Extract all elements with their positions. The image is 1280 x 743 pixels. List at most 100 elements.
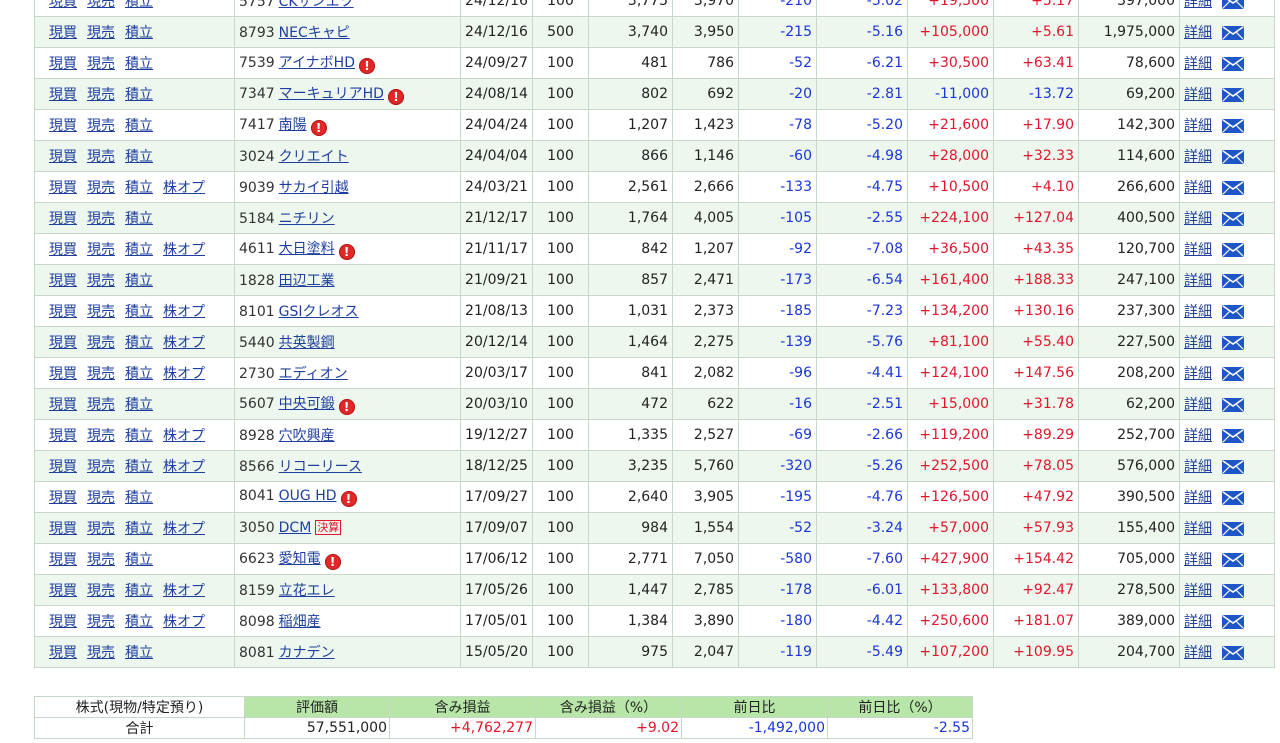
stock-name-link[interactable]: リコーリース [279, 459, 362, 475]
buy-link[interactable]: 現買 [49, 211, 77, 227]
accumulate-link[interactable]: 積立 [125, 583, 153, 599]
buy-link[interactable]: 現買 [49, 552, 77, 568]
mail-icon[interactable] [1222, 88, 1244, 102]
detail-link[interactable]: 詳細 [1184, 211, 1212, 227]
accumulate-link[interactable]: 積立 [125, 118, 153, 134]
buy-link[interactable]: 現買 [49, 645, 77, 661]
buy-link[interactable]: 現買 [49, 118, 77, 134]
mail-icon[interactable] [1222, 429, 1244, 443]
stock-name-link[interactable]: 大日塗料 [279, 241, 335, 257]
detail-link[interactable]: 詳細 [1184, 242, 1212, 258]
mail-icon[interactable] [1222, 460, 1244, 474]
sell-link[interactable]: 現売 [87, 180, 115, 196]
sell-link[interactable]: 現売 [87, 490, 115, 506]
mail-icon[interactable] [1222, 491, 1244, 505]
mail-icon[interactable] [1222, 119, 1244, 133]
accumulate-link[interactable]: 積立 [125, 645, 153, 661]
detail-link[interactable]: 詳細 [1184, 645, 1212, 661]
accumulate-link[interactable]: 積立 [125, 335, 153, 351]
accumulate-link[interactable]: 積立 [125, 521, 153, 537]
buy-link[interactable]: 現買 [49, 304, 77, 320]
detail-link[interactable]: 詳細 [1184, 149, 1212, 165]
detail-link[interactable]: 詳細 [1184, 583, 1212, 599]
accumulate-link[interactable]: 積立 [125, 56, 153, 72]
stock-option-link[interactable]: 株オプ [163, 180, 205, 196]
stock-name-link[interactable]: 穴吹興産 [279, 428, 335, 444]
accumulate-link[interactable]: 積立 [125, 0, 153, 10]
buy-link[interactable]: 現買 [49, 180, 77, 196]
sell-link[interactable]: 現売 [87, 583, 115, 599]
alert-icon[interactable]: ! [358, 58, 375, 74]
mail-icon[interactable] [1222, 398, 1244, 412]
accumulate-link[interactable]: 積立 [125, 25, 153, 41]
buy-link[interactable]: 現買 [49, 56, 77, 72]
stock-name-link[interactable]: GSIクレオス [279, 304, 359, 320]
stock-name-link[interactable]: NECキャピ [279, 25, 350, 41]
sell-link[interactable]: 現売 [87, 459, 115, 475]
stock-name-link[interactable]: マーキュリアHD [279, 86, 384, 102]
detail-link[interactable]: 詳細 [1184, 397, 1212, 413]
accumulate-link[interactable]: 積立 [125, 304, 153, 320]
sell-link[interactable]: 現売 [87, 614, 115, 630]
buy-link[interactable]: 現買 [49, 366, 77, 382]
detail-link[interactable]: 詳細 [1184, 552, 1212, 568]
detail-link[interactable]: 詳細 [1184, 366, 1212, 382]
sell-link[interactable]: 現売 [87, 521, 115, 537]
mail-icon[interactable] [1222, 584, 1244, 598]
stock-name-link[interactable]: DCM [279, 520, 312, 536]
earnings-badge[interactable]: 決算 [315, 520, 342, 535]
buy-link[interactable]: 現買 [49, 0, 77, 10]
sell-link[interactable]: 現売 [87, 304, 115, 320]
stock-option-link[interactable]: 株オプ [163, 335, 205, 351]
detail-link[interactable]: 詳細 [1184, 180, 1212, 196]
sell-link[interactable]: 現売 [87, 118, 115, 134]
sell-link[interactable]: 現売 [87, 0, 115, 10]
sell-link[interactable]: 現売 [87, 211, 115, 227]
sell-link[interactable]: 現売 [87, 552, 115, 568]
accumulate-link[interactable]: 積立 [125, 459, 153, 475]
stock-name-link[interactable]: ニチリン [279, 211, 335, 227]
detail-link[interactable]: 詳細 [1184, 335, 1212, 351]
detail-link[interactable]: 詳細 [1184, 118, 1212, 134]
stock-name-link[interactable]: 稲畑産 [279, 614, 321, 630]
stock-name-link[interactable]: カナデン [279, 645, 335, 661]
alert-icon[interactable]: ! [310, 120, 327, 136]
accumulate-link[interactable]: 積立 [125, 242, 153, 258]
sell-link[interactable]: 現売 [87, 335, 115, 351]
detail-link[interactable]: 詳細 [1184, 87, 1212, 103]
detail-link[interactable]: 詳細 [1184, 428, 1212, 444]
detail-link[interactable]: 詳細 [1184, 614, 1212, 630]
stock-option-link[interactable]: 株オプ [163, 304, 205, 320]
sell-link[interactable]: 現売 [87, 87, 115, 103]
sell-link[interactable]: 現売 [87, 149, 115, 165]
mail-icon[interactable] [1222, 150, 1244, 164]
stock-option-link[interactable]: 株オプ [163, 614, 205, 630]
sell-link[interactable]: 現売 [87, 56, 115, 72]
mail-icon[interactable] [1222, 0, 1244, 9]
mail-icon[interactable] [1222, 57, 1244, 71]
buy-link[interactable]: 現買 [49, 149, 77, 165]
buy-link[interactable]: 現買 [49, 335, 77, 351]
mail-icon[interactable] [1222, 181, 1244, 195]
detail-link[interactable]: 詳細 [1184, 490, 1212, 506]
alert-icon[interactable]: ! [338, 244, 355, 260]
sell-link[interactable]: 現売 [87, 645, 115, 661]
buy-link[interactable]: 現買 [49, 459, 77, 475]
stock-name-link[interactable]: エディオン [279, 366, 348, 382]
sell-link[interactable]: 現売 [87, 242, 115, 258]
sell-link[interactable]: 現売 [87, 397, 115, 413]
stock-name-link[interactable]: CKサンエツ [279, 0, 354, 10]
mail-icon[interactable] [1222, 305, 1244, 319]
mail-icon[interactable] [1222, 274, 1244, 288]
stock-option-link[interactable]: 株オプ [163, 459, 205, 475]
stock-name-link[interactable]: 南陽 [279, 117, 307, 133]
accumulate-link[interactable]: 積立 [125, 149, 153, 165]
buy-link[interactable]: 現買 [49, 242, 77, 258]
stock-option-link[interactable]: 株オプ [163, 428, 205, 444]
accumulate-link[interactable]: 積立 [125, 211, 153, 227]
mail-icon[interactable] [1222, 336, 1244, 350]
stock-name-link[interactable]: OUG HD [279, 488, 337, 504]
mail-icon[interactable] [1222, 367, 1244, 381]
alert-icon[interactable]: ! [338, 399, 355, 415]
stock-option-link[interactable]: 株オプ [163, 366, 205, 382]
